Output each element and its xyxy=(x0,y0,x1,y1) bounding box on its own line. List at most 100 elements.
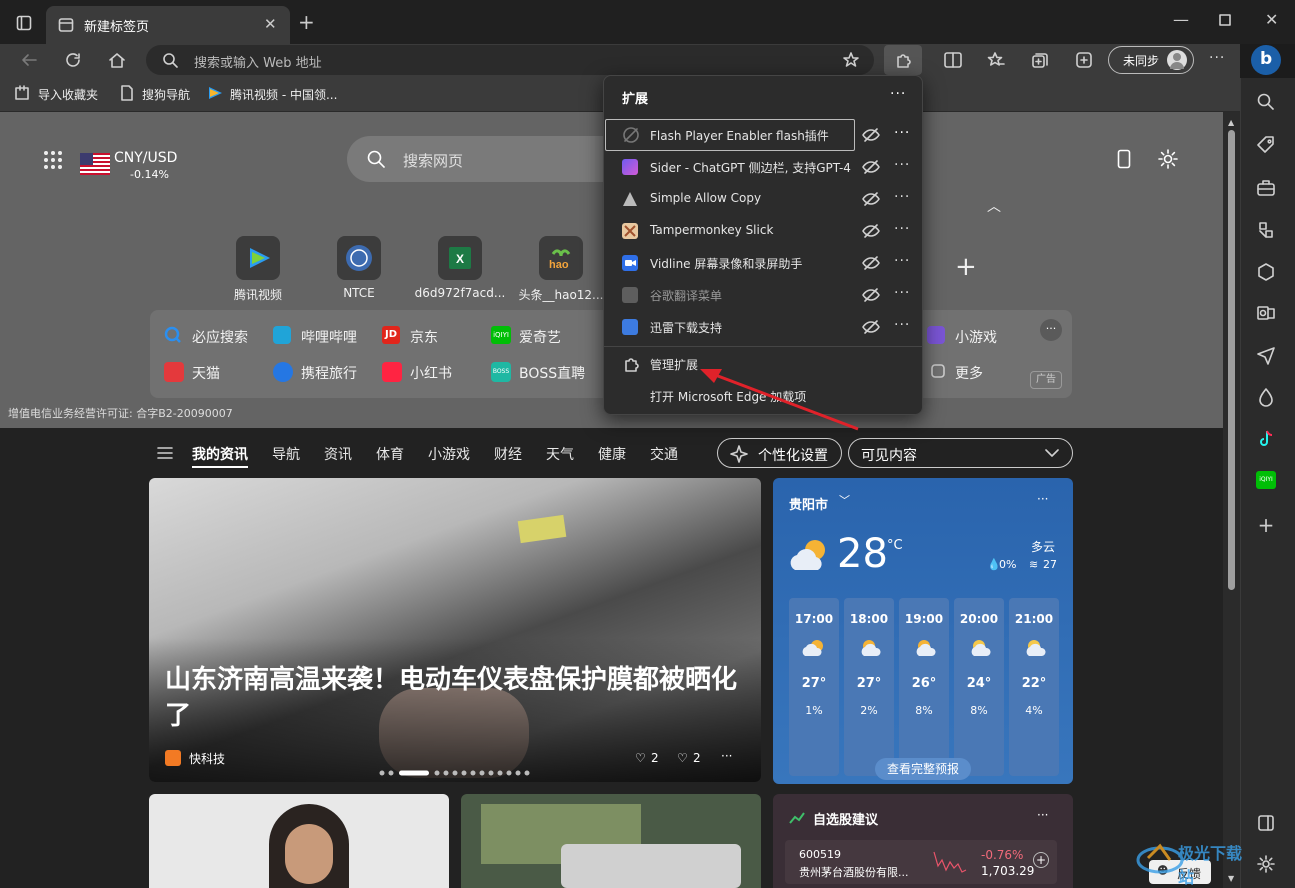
currency-pair[interactable]: CNY/USD xyxy=(114,150,177,166)
extension-more-icon[interactable]: ··· xyxy=(894,221,910,237)
extension-more-icon[interactable]: ··· xyxy=(894,317,910,333)
profile-button[interactable]: 未同步 xyxy=(1108,46,1194,74)
feed-tab-weather[interactable]: 天气 xyxy=(546,444,574,464)
tiktok-icon[interactable] xyxy=(1256,429,1276,449)
article-more-icon[interactable]: ··· xyxy=(721,749,732,763)
stocks-more-icon[interactable]: ··· xyxy=(1037,808,1048,822)
hero-article[interactable]: 山东济南高温来袭！电动车仪表盘保护膜都被晒化了 快科技 ♡ 2 ♡ 2 ··· xyxy=(149,478,761,782)
browser-essentials-icon[interactable] xyxy=(1075,51,1093,69)
link-tmall[interactable]: 天猫 xyxy=(192,363,220,383)
link-ctrip[interactable]: 携程旅行 xyxy=(301,363,357,383)
page-settings-icon[interactable] xyxy=(1157,148,1179,170)
feed-tab-news[interactable]: 资讯 xyxy=(324,444,352,464)
tab-actions-icon[interactable] xyxy=(16,15,32,31)
extension-item[interactable]: Simple Allow Copy ··· xyxy=(604,183,922,215)
stock-row[interactable]: 600519 贵州茅台酒股份有限... -0.76% 1,703.29 + xyxy=(785,840,1057,884)
weather-card[interactable]: 贵阳市 ﹀ ··· 28 °C 多云 💧 0% ≋ 27 17:00 27° 1… xyxy=(773,478,1073,784)
address-bar[interactable]: 搜索或输入 Web 地址 xyxy=(146,45,874,75)
feed-tab-nav[interactable]: 导航 xyxy=(272,444,300,464)
iqiyi-sidebar-icon[interactable]: iQIYI xyxy=(1256,471,1276,489)
eye-hidden-icon[interactable] xyxy=(862,319,880,335)
feed-menu-icon[interactable] xyxy=(157,446,173,460)
scrollbar[interactable]: ▲ ▼ xyxy=(1223,112,1240,888)
eye-hidden-icon[interactable] xyxy=(862,127,880,143)
stocks-card[interactable]: 自选股建议 ··· 600519 贵州茅台酒股份有限... -0.76% 1,7… xyxy=(773,794,1073,888)
personalize-button[interactable]: 个性化设置 xyxy=(717,438,842,468)
extension-item[interactable]: Vidline 屏幕录像和录屏助手 ··· xyxy=(604,247,922,279)
link-boss[interactable]: BOSS直聘 xyxy=(519,363,585,383)
chevron-down-icon[interactable]: ﹀ xyxy=(839,492,850,508)
link-games[interactable]: 小游戏 xyxy=(955,327,997,347)
copilot-icon[interactable]: b xyxy=(1251,45,1281,75)
collapse-chevron-icon[interactable]: ︿ xyxy=(987,196,1001,216)
article-card-2[interactable] xyxy=(461,794,761,888)
apps-launcher-icon[interactable] xyxy=(44,151,62,169)
feed-tab-sports[interactable]: 体育 xyxy=(376,444,404,464)
extension-item[interactable]: 谷歌翻译菜单 ··· xyxy=(604,279,922,311)
extension-item[interactable]: 迅雷下载支持 ··· xyxy=(604,311,922,343)
home-icon[interactable] xyxy=(108,51,126,69)
visible-content-dropdown[interactable]: 可见内容 xyxy=(848,438,1073,468)
menu-more-icon[interactable]: ··· xyxy=(890,86,906,102)
quicklink-ntce[interactable] xyxy=(337,236,381,280)
microsoft-365-icon[interactable] xyxy=(1256,262,1276,282)
favorite-sogou[interactable]: 搜狗导航 xyxy=(142,86,190,103)
extensions-button[interactable] xyxy=(884,45,922,75)
extension-more-icon[interactable]: ··· xyxy=(894,285,910,301)
tools-icon[interactable] xyxy=(1256,178,1276,198)
refresh-icon[interactable] xyxy=(64,51,82,69)
link-iqiyi[interactable]: 爱奇艺 xyxy=(519,327,561,347)
feed-tab-finance[interactable]: 财经 xyxy=(494,444,522,464)
full-forecast-button[interactable]: 查看完整预报 xyxy=(875,758,971,780)
eye-hidden-icon[interactable] xyxy=(862,159,880,175)
weather-more-icon[interactable]: ··· xyxy=(1037,492,1048,506)
back-icon[interactable] xyxy=(20,52,38,68)
extension-more-icon[interactable]: ··· xyxy=(894,189,910,205)
link-more[interactable]: 更多 xyxy=(955,363,983,383)
extension-item[interactable]: Sider - ChatGPT 侧边栏, 支持GPT-4 ··· xyxy=(604,151,922,183)
carousel-dots[interactable] xyxy=(379,770,539,776)
eye-hidden-icon[interactable] xyxy=(862,287,880,303)
send-icon[interactable] xyxy=(1256,345,1276,365)
minimize-button[interactable]: — xyxy=(1173,10,1189,29)
article-card-1[interactable] xyxy=(149,794,449,888)
extension-more-icon[interactable]: ··· xyxy=(894,125,910,141)
games-icon[interactable] xyxy=(1256,220,1276,240)
hide-sidebar-icon[interactable] xyxy=(1256,813,1276,833)
search-box[interactable]: 搜索网页 xyxy=(347,136,647,182)
links-more-icon[interactable]: ··· xyxy=(1040,319,1062,341)
tab-close-icon[interactable]: ✕ xyxy=(264,15,277,33)
eye-hidden-icon[interactable] xyxy=(862,191,880,207)
quicklink-tencent-video[interactable] xyxy=(236,236,280,280)
link-jd[interactable]: 京东 xyxy=(410,327,438,347)
new-tab-button[interactable]: + xyxy=(298,12,315,32)
extension-more-icon[interactable]: ··· xyxy=(894,157,910,173)
favorite-import[interactable]: 导入收藏夹 xyxy=(38,86,98,103)
favorite-tencent[interactable]: 腾讯视频 - 中国领... xyxy=(230,86,337,103)
sidebar-settings-icon[interactable] xyxy=(1256,854,1276,874)
favorites-icon[interactable] xyxy=(987,51,1005,69)
favorite-star-icon[interactable] xyxy=(842,51,860,69)
extension-more-icon[interactable]: ··· xyxy=(894,253,910,269)
shopping-tag-icon[interactable] xyxy=(1256,135,1276,155)
search-sidebar-icon[interactable] xyxy=(1256,92,1276,112)
link-xiaohongshu[interactable]: 小红书 xyxy=(410,363,452,383)
extension-item[interactable]: Tampermonkey Slick ··· xyxy=(604,215,922,247)
feed-tab-health[interactable]: 健康 xyxy=(598,444,626,464)
quicklink-excel[interactable]: X xyxy=(438,236,482,280)
close-window-button[interactable]: ✕ xyxy=(1265,10,1278,29)
dislike-icon[interactable]: ♡ xyxy=(677,751,688,765)
feed-tab-games[interactable]: 小游戏 xyxy=(428,444,470,464)
link-bilibili[interactable]: 哔哩哔哩 xyxy=(301,327,357,347)
collections-icon[interactable] xyxy=(1031,51,1049,69)
split-screen-icon[interactable] xyxy=(944,52,962,68)
feed-tab-traffic[interactable]: 交通 xyxy=(650,444,678,464)
add-quicklink-button[interactable]: + xyxy=(955,254,977,280)
outlook-icon[interactable] xyxy=(1256,303,1276,323)
add-stock-icon[interactable]: + xyxy=(1033,852,1049,868)
drop-icon[interactable] xyxy=(1256,387,1276,407)
scroll-thumb[interactable] xyxy=(1228,130,1235,590)
tab-new[interactable]: 新建标签页 ✕ xyxy=(46,6,290,44)
weather-city[interactable]: 贵阳市 xyxy=(789,494,828,513)
mobile-icon[interactable] xyxy=(1117,149,1131,169)
